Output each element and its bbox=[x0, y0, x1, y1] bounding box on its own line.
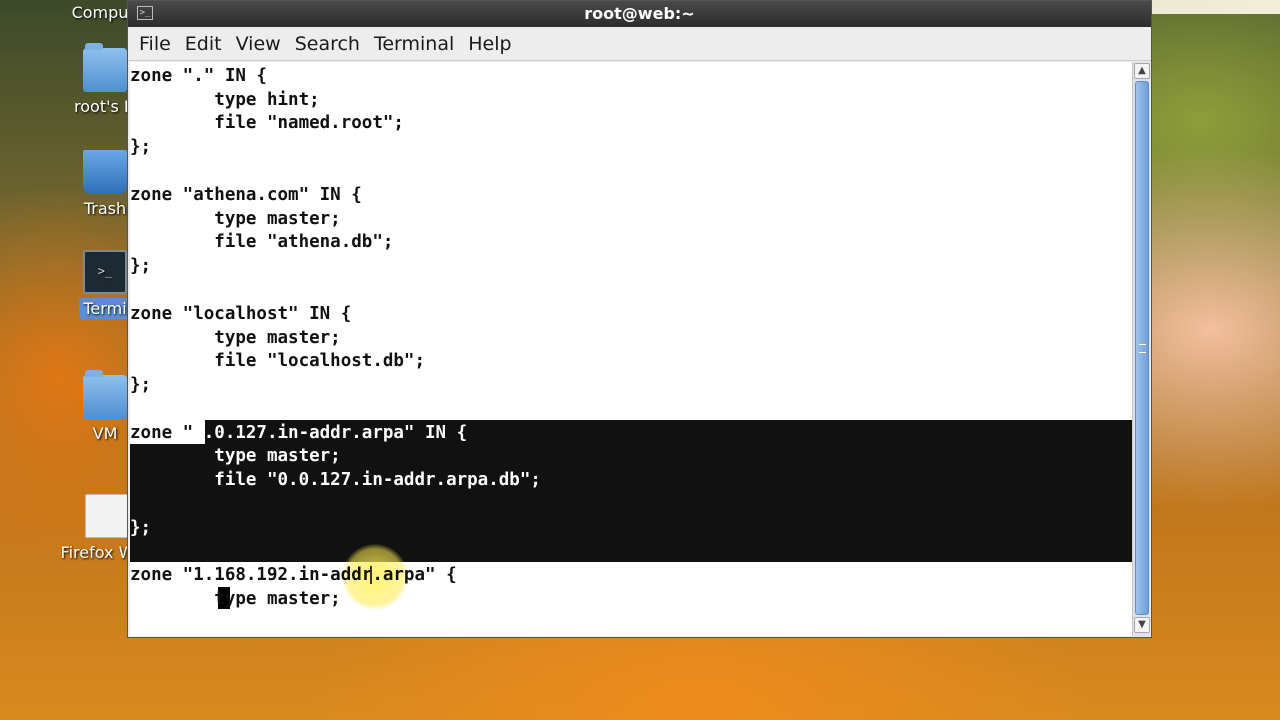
vertical-scrollbar[interactable]: ▲ ▼ bbox=[1132, 62, 1150, 636]
terminal-line: zone "athena.com" IN { bbox=[130, 185, 362, 205]
terminal-line: type master; bbox=[130, 589, 341, 609]
scroll-down-icon[interactable]: ▼ bbox=[1134, 617, 1150, 633]
menu-view[interactable]: View bbox=[229, 33, 288, 55]
terminal-line: }; bbox=[130, 375, 152, 395]
folder-icon bbox=[83, 370, 127, 419]
terminal-line: file "athena.db"; bbox=[130, 232, 394, 252]
home-folder-icon bbox=[83, 43, 127, 92]
file-icon bbox=[85, 494, 129, 538]
menu-file[interactable]: File bbox=[132, 33, 178, 55]
window-titlebar[interactable]: >_ root@web:~ bbox=[128, 1, 1151, 27]
terminal-window: >_ root@web:~ File Edit View Search Term… bbox=[127, 0, 1152, 638]
terminal-line: file "named.root"; bbox=[130, 113, 404, 133]
terminal-line: zone "1.168.192.in-addr.arpa" { bbox=[130, 565, 457, 585]
trash-icon bbox=[83, 150, 127, 194]
terminal-line-selected: file "0.0.127.in-addr.arpa.db"; bbox=[130, 470, 541, 490]
menu-terminal[interactable]: Terminal bbox=[367, 33, 461, 55]
terminal-line: }; bbox=[130, 256, 152, 276]
menubar: File Edit View Search Terminal Help bbox=[128, 27, 1151, 61]
selection-prefix: zone " bbox=[130, 423, 194, 443]
menu-help[interactable]: Help bbox=[461, 33, 518, 55]
terminal-line: file "localhost.db"; bbox=[130, 351, 426, 371]
scrollbar-thumb[interactable] bbox=[1135, 81, 1149, 615]
terminal-line: zone "localhost" IN { bbox=[130, 304, 352, 324]
terminal-content[interactable]: zone "." IN { type hint; file "named.roo… bbox=[130, 62, 1132, 636]
grip-icon bbox=[1139, 344, 1146, 353]
window-title: root@web:~ bbox=[584, 4, 695, 23]
terminal-line-selected: }; bbox=[130, 518, 152, 538]
menu-edit[interactable]: Edit bbox=[178, 33, 229, 55]
terminal-line: type hint; bbox=[130, 90, 320, 110]
selection-text: 0.0.127.in-addr.arpa" IN { bbox=[193, 423, 468, 443]
terminal-line-selected: zone "0.0.127.in-addr.arpa" IN { bbox=[130, 421, 467, 445]
desktop-icon-label: Trash bbox=[83, 199, 127, 218]
terminal-line: type master; bbox=[130, 328, 341, 348]
menu-search[interactable]: Search bbox=[288, 33, 367, 55]
desktop-icon-label: VM bbox=[92, 424, 118, 443]
scroll-up-icon[interactable]: ▲ bbox=[1134, 63, 1150, 79]
terminal-line: type master; bbox=[130, 209, 341, 229]
ibeam-cursor-icon bbox=[370, 566, 378, 584]
terminal-line: }; bbox=[130, 137, 152, 157]
desktop-icon-label: Compu bbox=[71, 3, 129, 22]
desktop-icon-label: Termi bbox=[79, 298, 131, 319]
terminal-line-selected: type master; bbox=[130, 446, 341, 466]
terminal-icon: >_ bbox=[83, 250, 127, 294]
terminal-line: zone "." IN { bbox=[130, 66, 267, 86]
